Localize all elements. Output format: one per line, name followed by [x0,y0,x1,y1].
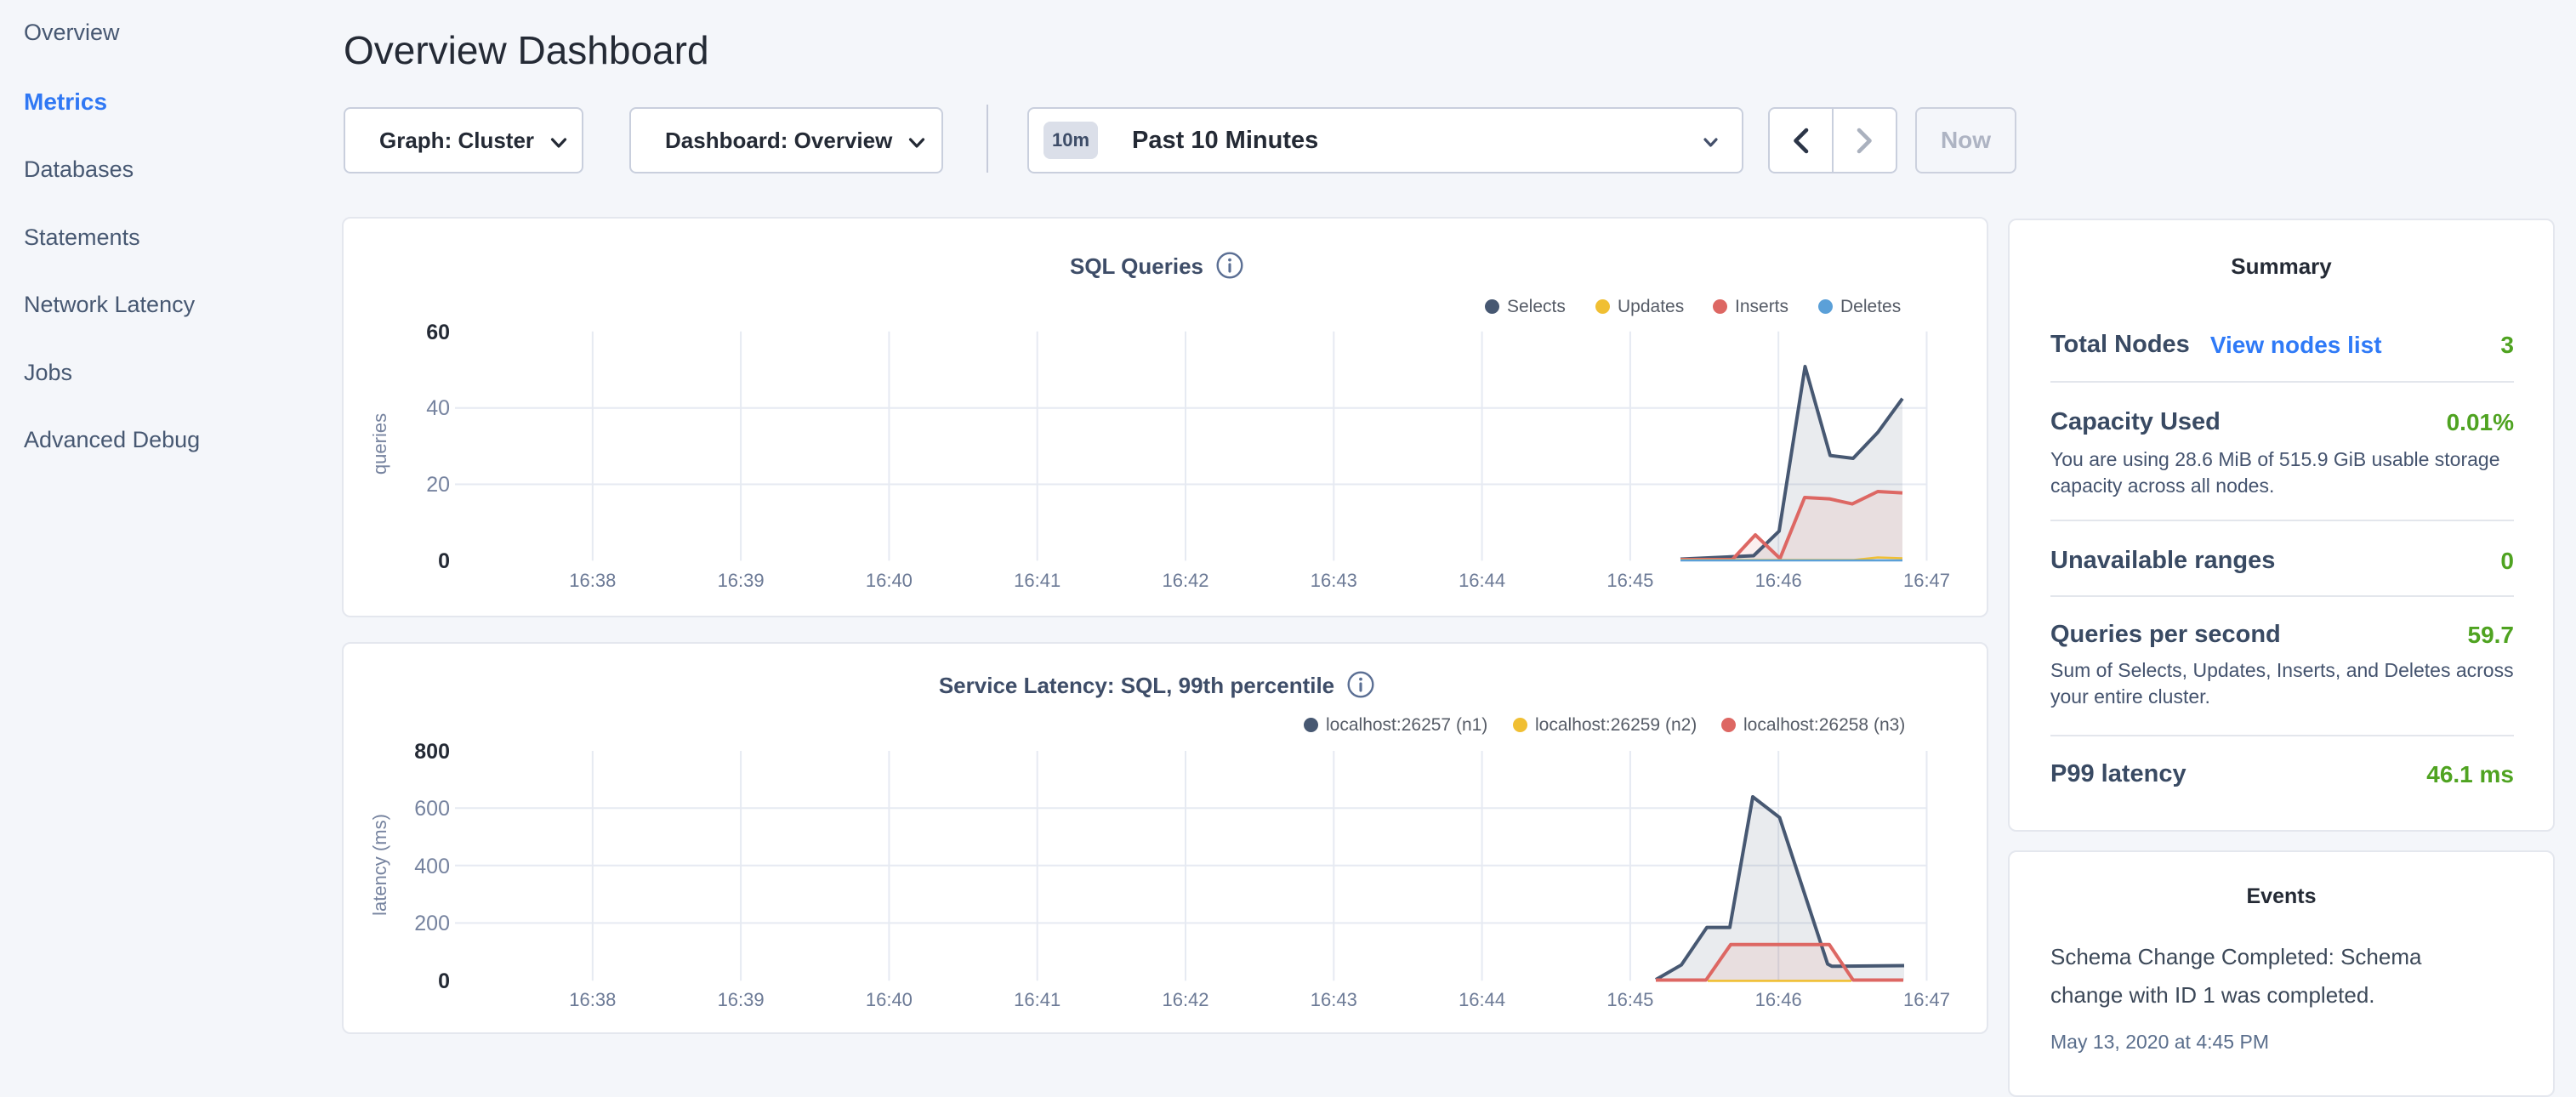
svg-text:16:47: 16:47 [1903,989,1950,1010]
svg-text:0: 0 [438,969,450,993]
svg-text:16:45: 16:45 [1606,989,1653,1010]
svg-text:16:43: 16:43 [1311,570,1357,591]
svg-text:16:42: 16:42 [1162,570,1208,591]
svg-text:200: 200 [414,912,450,935]
svg-text:16:39: 16:39 [718,570,765,591]
svg-text:16:44: 16:44 [1459,989,1505,1010]
svg-text:400: 400 [414,855,450,878]
svg-text:40: 40 [426,396,450,420]
svg-text:latency (ms): latency (ms) [369,814,390,916]
svg-text:16:45: 16:45 [1606,570,1653,591]
svg-text:queries: queries [369,413,390,475]
svg-text:16:41: 16:41 [1014,989,1061,1010]
svg-text:16:46: 16:46 [1755,570,1802,591]
svg-text:800: 800 [414,740,450,764]
svg-text:16:44: 16:44 [1459,570,1505,591]
svg-text:600: 600 [414,797,450,821]
svg-text:16:39: 16:39 [718,989,765,1010]
svg-text:16:38: 16:38 [569,570,616,591]
svg-text:16:46: 16:46 [1755,989,1802,1010]
svg-text:16:41: 16:41 [1014,570,1061,591]
svg-text:16:38: 16:38 [569,989,616,1010]
svg-text:60: 60 [426,321,450,344]
svg-text:16:40: 16:40 [866,570,913,591]
svg-text:16:40: 16:40 [866,989,913,1010]
svg-text:16:43: 16:43 [1311,989,1357,1010]
svg-text:16:42: 16:42 [1162,989,1208,1010]
svg-text:20: 20 [426,473,450,497]
svg-text:0: 0 [438,549,450,573]
svg-text:16:47: 16:47 [1903,570,1950,591]
